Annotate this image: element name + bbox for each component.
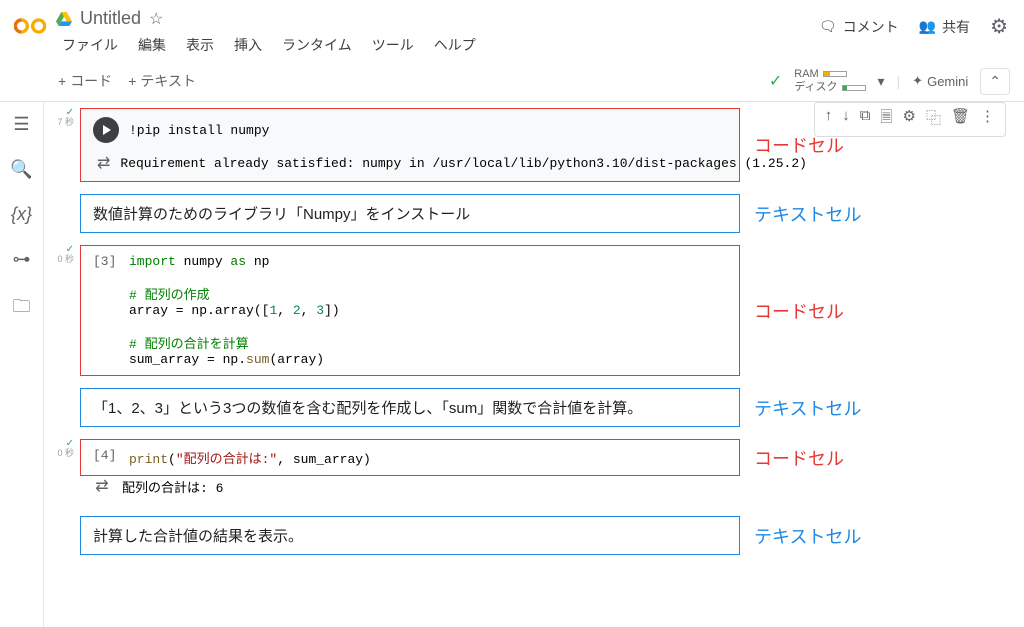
output-toggle-icon[interactable]: ⇄ (97, 153, 110, 173)
collapse-button[interactable]: ⌃ (980, 68, 1010, 95)
menu-bar: ファイル 編集 表示 挿入 ランタイム ツール ヘルプ (56, 33, 819, 57)
check-icon: ✓ (769, 71, 782, 91)
comment-button[interactable]: 🗨コメント (819, 17, 899, 37)
folder-icon[interactable]: 🗀 (13, 294, 31, 324)
settings-icon[interactable]: ⚙ (898, 107, 919, 132)
sparkle-icon: ✦ (912, 73, 923, 89)
annotation-label: テキストセル (754, 523, 861, 549)
menu-help[interactable]: ヘルプ (428, 33, 482, 57)
cell-toolbar: ↑ ↓ ⧉ 🗏 ⚙ ⿻ 🗑 ⋮ (814, 102, 1006, 137)
text-cell-2[interactable]: 「1、2、3」という3つの数値を含む配列を作成し、「sum」関数で合計値を計算。 (80, 388, 740, 427)
share-icon: 👥 (919, 18, 936, 35)
more-icon[interactable]: ⋮ (976, 107, 999, 132)
menu-runtime[interactable]: ランタイム (276, 33, 358, 57)
delete-icon[interactable]: 🗑 (947, 107, 974, 132)
code-content[interactable]: print("配列の合計は:", sum_array) (129, 448, 371, 467)
star-icon[interactable]: ☆ (149, 9, 163, 29)
drive-icon (56, 12, 72, 26)
comment-cell-icon[interactable]: 🗏 (876, 107, 896, 132)
menu-edit[interactable]: 編集 (132, 33, 172, 57)
add-text-button[interactable]: + テキスト (120, 67, 204, 95)
code-cell-3[interactable]: [4] print("配列の合計は:", sum_array) (80, 439, 740, 476)
text-cell-3[interactable]: 計算した合計値の結果を表示。 (80, 516, 740, 555)
secrets-icon[interactable]: ⊶ (13, 249, 31, 270)
menu-tools[interactable]: ツール (366, 33, 420, 57)
variables-icon[interactable]: {x} (11, 204, 32, 225)
menu-insert[interactable]: 挿入 (228, 33, 268, 57)
annotation-label: テキストセル (754, 395, 861, 421)
colab-logo[interactable] (12, 8, 48, 44)
mirror-icon[interactable]: ⿻ (922, 107, 945, 132)
gear-icon[interactable]: ⚙ (990, 14, 1008, 39)
menu-view[interactable]: 表示 (180, 33, 220, 57)
cell-output: 配列の合計は: 6 (122, 477, 223, 496)
menu-file[interactable]: ファイル (56, 33, 124, 57)
comment-icon: 🗨 (819, 18, 837, 35)
link-icon[interactable]: ⧉ (856, 107, 875, 132)
annotation-label: コードセル (754, 298, 844, 324)
run-button[interactable] (93, 117, 119, 143)
code-content[interactable]: import numpy as np # 配列の作成 array = np.ar… (129, 254, 340, 367)
document-title[interactable]: Untitled (80, 8, 141, 29)
resource-meter[interactable]: RAM ディスク (794, 68, 865, 94)
share-button[interactable]: 👥共有 (919, 17, 970, 37)
chevron-down-icon[interactable]: ▾ (878, 73, 885, 90)
toc-icon[interactable]: ☰ (13, 114, 29, 135)
output-toggle-icon[interactable]: ⇄ (92, 476, 112, 496)
move-down-icon[interactable]: ↓ (838, 107, 854, 132)
exec-count: [4] (93, 448, 119, 467)
move-up-icon[interactable]: ↑ (821, 107, 837, 132)
annotation-label: テキストセル (754, 201, 861, 227)
text-cell-1[interactable]: 数値計算のためのライブラリ「Numpy」をインストール (80, 194, 740, 233)
add-code-button[interactable]: + コード (50, 67, 120, 95)
annotation-label: コードセル (754, 445, 844, 471)
code-content[interactable]: !pip install numpy (129, 123, 269, 138)
code-cell-2[interactable]: [3] import numpy as np # 配列の作成 array = n… (80, 245, 740, 376)
exec-count: [3] (93, 254, 119, 367)
code-cell-1[interactable]: !pip install numpy ⇄ Requirement already… (80, 108, 740, 182)
search-icon[interactable]: 🔍 (10, 159, 32, 180)
cell-output: Requirement already satisfied: numpy in … (120, 156, 807, 171)
gemini-button[interactable]: ✦Gemini (912, 73, 968, 89)
